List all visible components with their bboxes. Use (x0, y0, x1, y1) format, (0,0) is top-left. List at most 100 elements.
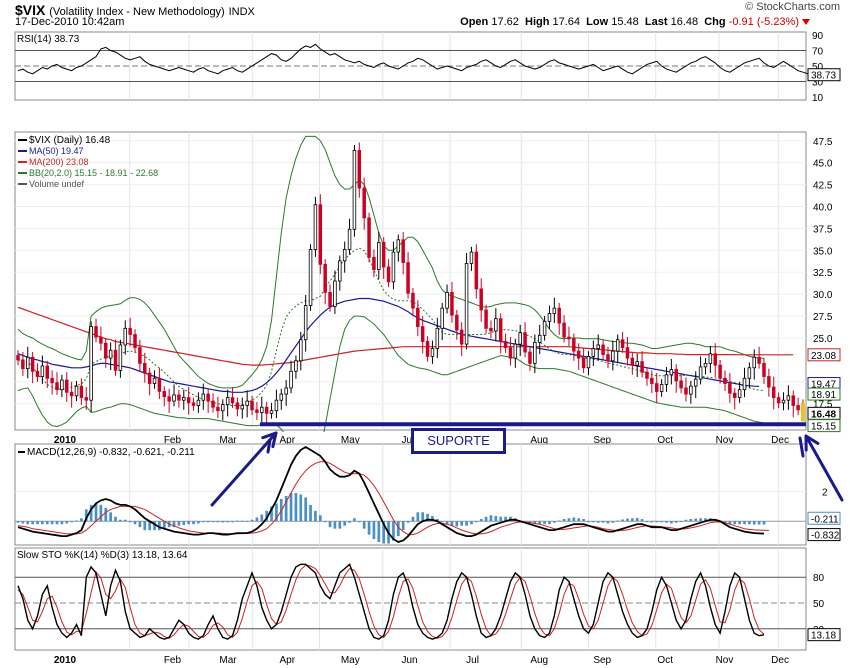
sto-x-label: Mar (219, 655, 237, 666)
macd-histogram-bar (494, 516, 498, 522)
price-candle (108, 349, 113, 359)
last-candle-highlight (801, 402, 805, 422)
price-candle (698, 366, 703, 380)
price-candle (469, 251, 474, 264)
macd-histogram-bar (762, 521, 766, 525)
sto-y-tick: 80 (813, 573, 825, 584)
price-candle (138, 347, 142, 364)
macd-histogram-bar (143, 521, 147, 531)
price-candle (323, 263, 327, 293)
price-candle (338, 260, 342, 282)
macd-histogram-bar (743, 521, 746, 525)
price-candle (411, 292, 415, 309)
price-legend-entry: Volume undef (29, 179, 85, 189)
price-candle (133, 334, 137, 349)
macd-histogram-bar (221, 521, 225, 523)
price-candle (625, 347, 630, 359)
price-candle (279, 393, 284, 401)
sto-x-label: 2010 (54, 655, 77, 666)
macd-histogram-bar (75, 520, 78, 522)
price-candle (157, 377, 162, 392)
macd-histogram-bar (353, 518, 356, 522)
price-candle (177, 394, 181, 401)
macd-histogram-bar (299, 494, 303, 522)
macd-histogram-bar (192, 521, 195, 525)
macd-histogram-bar (684, 519, 688, 522)
macd-histogram-bar (455, 521, 459, 527)
price-candle (26, 356, 30, 370)
macd-legend: MACD(12,26,9) -0.832, -0.621, -0.211 (27, 447, 195, 458)
price-candle (94, 326, 98, 338)
macd-histogram-bar (694, 518, 698, 522)
price-legend-entry: $VIX (Daily) 16.48 (29, 135, 111, 146)
macd-histogram-bar (548, 521, 551, 525)
price-y-tick: 30.0 (813, 290, 833, 301)
price-candle (601, 344, 605, 356)
macd-histogram-bar (416, 512, 420, 522)
macd-histogram-bar (99, 504, 103, 522)
price-candle (294, 360, 298, 372)
price-candle (235, 402, 240, 410)
price-candle (196, 399, 201, 406)
macd-histogram-bar (674, 521, 678, 523)
macd-histogram-bar (55, 521, 59, 525)
price-candle (35, 370, 40, 377)
price-y-tick: 42.5 (813, 181, 833, 192)
price-candle (89, 326, 93, 401)
macd-histogram-bar (177, 521, 181, 526)
price-candle (308, 249, 313, 306)
price-candle (143, 362, 147, 374)
macd-histogram-bar (206, 521, 210, 523)
macd-histogram-bar (231, 521, 234, 523)
macd-histogram-bar (489, 515, 493, 522)
macd-histogram-bar (616, 520, 620, 522)
price-candle (318, 204, 323, 265)
sto-legend: Slow STO %K(14) %D(3) 13.18, 13.64 (17, 550, 188, 561)
macd-histogram-bar (357, 521, 361, 523)
macd-histogram-bar (65, 521, 69, 524)
price-label-bblow: 15.15 (811, 422, 836, 433)
price-label-bbmid: 18.91 (811, 390, 836, 401)
price-candle (162, 391, 167, 398)
price-candle (689, 385, 693, 395)
macd-histogram-bar (640, 519, 644, 522)
price-y-tick: 47.5 (813, 137, 833, 148)
price-candle (211, 400, 215, 408)
macd-hist-label: -0.211 (811, 514, 839, 525)
price-candle (260, 406, 264, 413)
price-candle (352, 150, 357, 230)
macd-histogram-bar (733, 521, 737, 525)
macd-histogram-bar (104, 507, 108, 522)
price-candle (152, 377, 157, 384)
price-candle (55, 382, 59, 391)
price-candle (606, 354, 610, 362)
price-candle (303, 305, 308, 341)
macd-histogram-bar (255, 517, 259, 522)
macd-histogram-bar (289, 493, 293, 522)
price-candle (386, 266, 391, 283)
macd-histogram-bar (201, 521, 205, 523)
macd-histogram-bar (699, 518, 702, 522)
price-candle (498, 318, 503, 342)
macd-histogram-bar (470, 521, 473, 525)
price-candle (191, 402, 196, 406)
price-candle (479, 288, 483, 311)
price-candle (459, 329, 464, 345)
price-candle (123, 327, 128, 346)
macd-histogram-bar (328, 521, 332, 528)
price-candle (225, 397, 230, 405)
price-candle (630, 357, 635, 366)
price-candle (615, 339, 620, 352)
macd-histogram-bar (484, 516, 488, 522)
price-candle (484, 309, 488, 329)
macd-histogram-bar (94, 503, 98, 522)
price-candle (576, 350, 581, 359)
price-candle (445, 291, 449, 309)
price-candle (406, 262, 410, 294)
price-candle (713, 353, 717, 366)
sto-x-label: Apr (280, 655, 296, 666)
price-candle (557, 307, 561, 324)
price-candle (216, 406, 220, 412)
macd-histogram-bar (109, 512, 112, 522)
price-candle (781, 399, 786, 404)
